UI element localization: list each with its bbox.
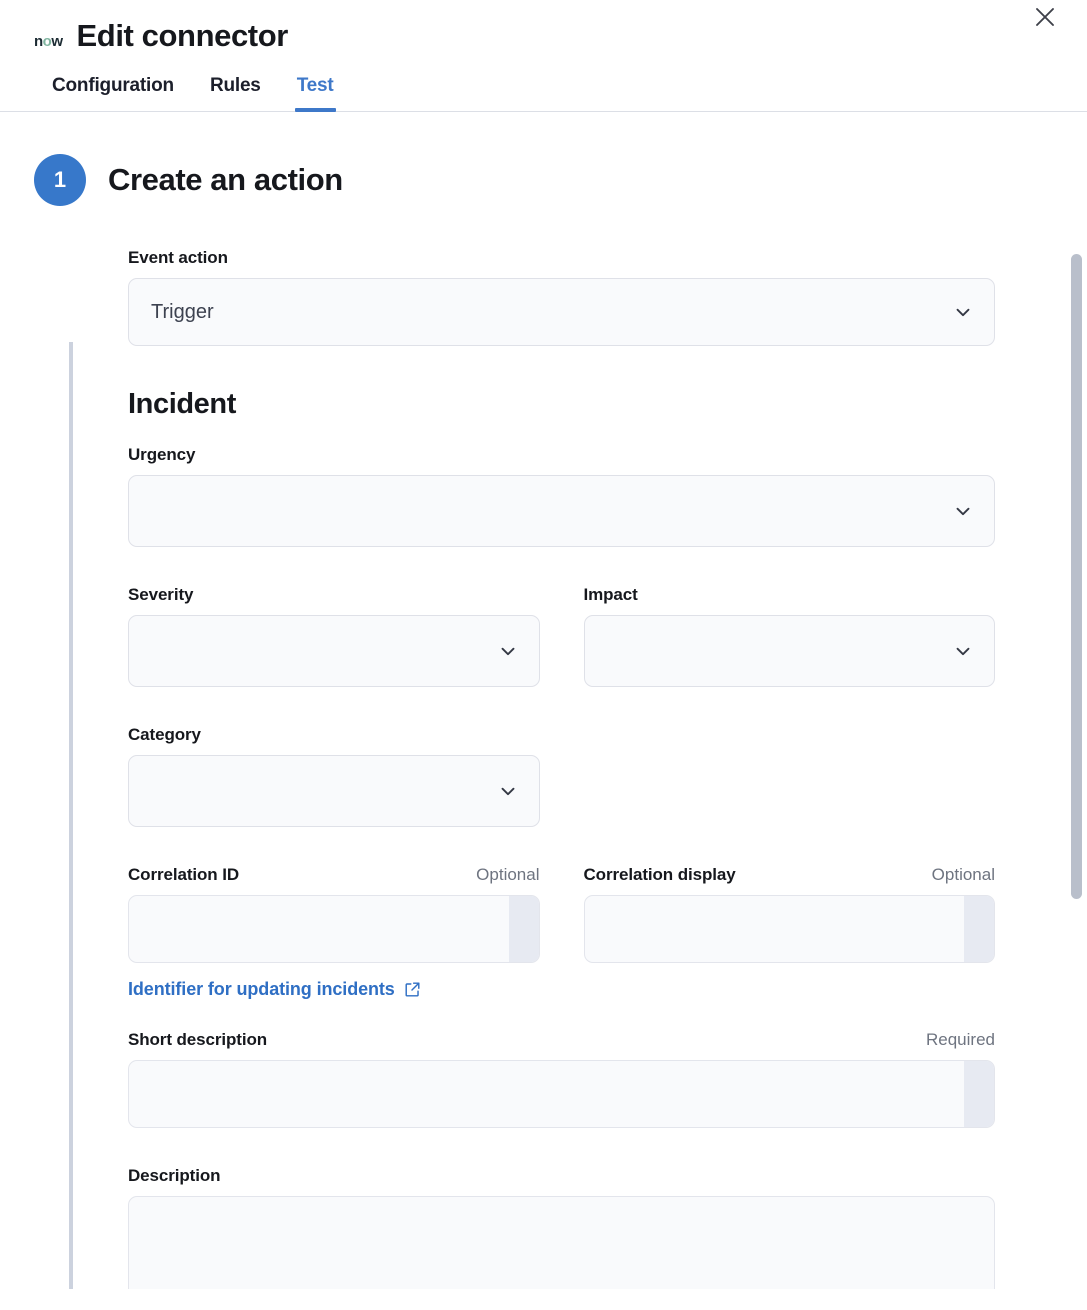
tab-rules[interactable]: Rules xyxy=(192,75,279,111)
tab-bar: Configuration Rules Test xyxy=(0,56,1087,112)
description-textarea[interactable] xyxy=(129,1197,994,1289)
short-description-label: Short description xyxy=(128,1030,267,1050)
field-correlation-id: Correlation ID Optional xyxy=(128,865,540,963)
field-correlation-display: Correlation display Optional xyxy=(584,865,996,963)
correlation-display-token-button[interactable] xyxy=(964,896,994,962)
chevron-down-icon xyxy=(497,780,519,802)
category-label: Category xyxy=(128,725,201,745)
correlation-id-label: Correlation ID xyxy=(128,865,239,885)
correlation-id-input[interactable] xyxy=(129,896,509,962)
page-title: Edit connector xyxy=(77,19,288,53)
field-event-action: Event action Trigger xyxy=(128,248,995,346)
close-icon xyxy=(1033,5,1057,29)
severity-select[interactable] xyxy=(128,615,540,687)
urgency-label: Urgency xyxy=(128,445,195,465)
form-scroll-area[interactable]: 1 Create an action Event action Trigger xyxy=(0,112,1087,1289)
field-impact: Impact xyxy=(584,585,996,687)
description-label: Description xyxy=(128,1166,220,1186)
chevron-down-icon xyxy=(952,500,974,522)
identifier-help-link-label: Identifier for updating incidents xyxy=(128,979,395,1000)
impact-select[interactable] xyxy=(584,615,996,687)
servicenow-logo: now xyxy=(34,34,63,49)
chevron-down-icon xyxy=(497,640,519,662)
row-severity-impact: Severity Impact xyxy=(128,585,995,687)
short-description-tag: Required xyxy=(926,1030,995,1050)
title-row: now Edit connector xyxy=(0,0,1087,56)
scrollbar-track[interactable] xyxy=(1071,249,1083,1289)
row-correlation: Correlation ID Optional Correlation disp… xyxy=(128,865,995,963)
field-short-description: Short description Required xyxy=(128,1030,995,1128)
step-number-badge: 1 xyxy=(34,154,86,206)
action-form: Event action Trigger Incident Urgency xyxy=(34,206,1087,1289)
correlation-id-token-button[interactable] xyxy=(509,896,539,962)
chevron-down-icon xyxy=(952,301,974,323)
step-title: Create an action xyxy=(108,162,343,198)
correlation-id-tag: Optional xyxy=(476,865,539,885)
step-header: 1 Create an action xyxy=(34,112,1087,206)
correlation-display-input-wrap[interactable] xyxy=(584,895,996,963)
severity-label: Severity xyxy=(128,585,193,605)
field-urgency: Urgency xyxy=(128,445,995,547)
category-select[interactable] xyxy=(128,755,540,827)
field-description: Description xyxy=(128,1166,995,1289)
correlation-display-tag: Optional xyxy=(932,865,995,885)
tab-test[interactable]: Test xyxy=(279,75,352,111)
modal-header: now Edit connector Configuration Rules T… xyxy=(0,0,1087,112)
impact-label: Impact xyxy=(584,585,638,605)
correlation-display-label: Correlation display xyxy=(584,865,736,885)
correlation-id-input-wrap[interactable] xyxy=(128,895,540,963)
field-severity: Severity xyxy=(128,585,540,687)
event-action-value: Trigger xyxy=(151,301,214,324)
field-category: Category xyxy=(128,725,540,827)
event-action-select[interactable]: Trigger xyxy=(128,278,995,346)
urgency-select[interactable] xyxy=(128,475,995,547)
short-description-input-wrap[interactable] xyxy=(128,1060,995,1128)
row-category: Category xyxy=(128,725,995,827)
event-action-label: Event action xyxy=(128,248,228,268)
short-description-input[interactable] xyxy=(129,1061,964,1127)
section-heading-incident: Incident xyxy=(128,388,995,421)
scrollbar-thumb[interactable] xyxy=(1071,254,1082,899)
close-button[interactable] xyxy=(1025,0,1065,34)
external-link-icon xyxy=(404,981,421,998)
correlation-display-input[interactable] xyxy=(585,896,965,962)
short-description-token-button[interactable] xyxy=(964,1061,994,1127)
chevron-down-icon xyxy=(952,640,974,662)
tab-configuration[interactable]: Configuration xyxy=(34,75,192,111)
step-rail xyxy=(69,342,73,1289)
description-textarea-wrap[interactable] xyxy=(128,1196,995,1289)
identifier-help-link[interactable]: Identifier for updating incidents xyxy=(128,979,421,1000)
step-block-1: 1 Create an action Event action Trigger xyxy=(0,112,1087,1289)
